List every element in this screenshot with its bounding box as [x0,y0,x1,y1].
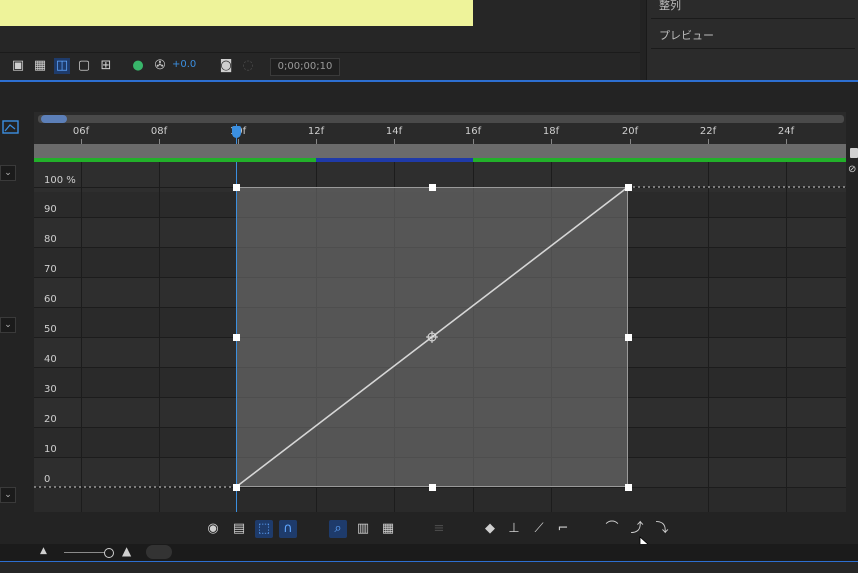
exposure-offset-value[interactable]: +0.0 [172,59,196,70]
work-area-bar[interactable] [34,144,846,158]
camera-icon[interactable]: ◙ [218,58,234,74]
time-navigator-thumb[interactable] [41,115,67,123]
timecode-display[interactable]: 0;00;00;10 [270,58,340,76]
ruler-label: 20f [621,126,639,137]
shy-icon[interactable]: ⊞ [98,58,114,74]
keyframe-handle[interactable] [233,484,240,491]
zoom-out-icon[interactable]: ▲ [40,546,47,556]
auto-bezier-icon[interactable]: ⌐ [554,520,572,538]
ruler-label: 14f [385,126,403,137]
chevron-down-icon[interactable]: ⌄ [0,487,16,503]
transform-handle[interactable] [625,484,632,491]
cache-icon[interactable]: ◌ [240,58,256,74]
fit-all-icon[interactable]: ▥ [354,520,372,538]
draft-3d-icon[interactable]: ▦ [32,58,48,74]
transform-handle[interactable] [233,184,240,191]
hold-keyframe-icon[interactable]: ⊥ [505,520,523,538]
current-time-indicator[interactable] [232,126,241,138]
fit-selection-icon[interactable]: ⌕ [329,520,347,538]
ruler-label: 18f [542,126,560,137]
comment-icon[interactable]: ⊘ [848,164,856,175]
keyframe-handle[interactable] [625,184,632,191]
lower-panel [0,562,858,573]
panel-separator [651,48,855,49]
scroll-strip: ⊘ [846,112,858,542]
frame-blend-icon[interactable]: ▢ [76,58,92,74]
easy-ease-out-icon[interactable]: ⤵ [653,520,671,538]
graph-editor-canvas[interactable]: 100 % 90 80 70 60 50 40 30 20 10 0 [34,162,846,512]
value-graph [34,186,846,488]
graph-editor-toolbar: ◉ ▤ ⬚ ∩ ⌕ ▥ ▦ ≡ ◆ ⊥ ⟋ ⌐ ⌒ ⤴ ⤵ [34,512,846,554]
easy-ease-icon[interactable]: ⌒ [603,520,621,538]
zoom-slider-thumb[interactable] [104,548,114,558]
zoom-graph-icon[interactable]: ▦ [379,520,397,538]
chevron-down-icon[interactable]: ⌄ [0,317,16,333]
zoom-in-icon[interactable]: ▲ [122,544,131,558]
chevron-down-icon[interactable]: ⌄ [0,165,16,181]
layer-list-edge: ⌄ ⌄ ⌄ [0,112,34,542]
zoom-slider-bar: ▲ ▲ [0,544,858,561]
transform-handle[interactable] [429,484,436,491]
panel-item-align[interactable]: 整列 [659,0,681,13]
yellow-solid-layer [0,0,473,26]
graph-editor-toggle-icon[interactable] [2,118,22,138]
ruler-label: 12f [307,126,325,137]
transform-handle[interactable] [625,334,632,341]
side-panel: 整列 プレビュー [646,0,858,80]
show-transform-box-icon[interactable]: ⬚ [255,520,273,538]
viewer-toolbar: ▣ ▦ ◫ ▢ ⊞ ● ✇ +0.0 ◙ ◌ 0;00;00;10 [0,52,640,80]
scroll-handle[interactable] [146,545,172,559]
panel-separator [651,18,855,19]
time-navigator[interactable] [38,115,844,123]
panel-item-preview[interactable]: プレビュー [659,27,714,43]
ruler-label: 16f [464,126,482,137]
panel-gap [0,82,858,112]
graph-type-icon[interactable]: ▤ [230,520,248,538]
transform-handle[interactable] [429,184,436,191]
marker-icon[interactable] [850,148,858,158]
graph-editor-icon[interactable]: ◫ [54,58,70,74]
ruler-label: 22f [699,126,717,137]
ruler-label: 08f [150,126,168,137]
keyframe-edit-icon[interactable]: ◆ [481,520,499,538]
motion-blur-icon[interactable]: ▣ [10,58,26,74]
ruler-label: 06f [72,126,90,137]
swirl-icon[interactable]: ✇ [152,58,168,74]
transform-handle[interactable] [233,334,240,341]
eye-icon[interactable]: ◉ [204,520,222,538]
separate-dimensions-icon[interactable]: ≡ [430,520,448,538]
snap-icon[interactable]: ∩ [279,520,297,538]
ruler-label: 24f [777,126,795,137]
color-picker-icon[interactable]: ● [130,58,146,74]
linear-keyframe-icon[interactable]: ⟋ [530,520,548,538]
